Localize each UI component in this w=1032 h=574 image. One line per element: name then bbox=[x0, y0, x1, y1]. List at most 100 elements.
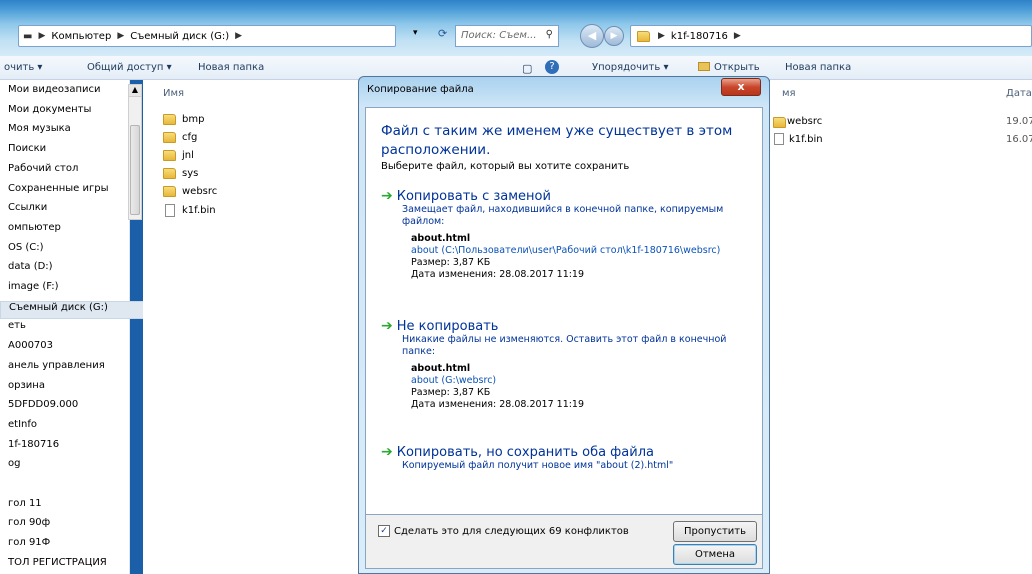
nav-item[interactable]: image (F:) bbox=[8, 281, 58, 299]
breadcrumb-drive-g[interactable]: Съемный диск (G:) bbox=[126, 31, 233, 42]
apply-to-all-checkbox[interactable]: ✓ Сделать это для следующих 69 конфликто… bbox=[378, 525, 629, 537]
dropdown-icon[interactable]: ▾ bbox=[413, 28, 418, 38]
column-header-name[interactable]: мя bbox=[782, 88, 796, 99]
nav-item[interactable]: OS (C:) bbox=[8, 242, 44, 260]
option-replace-title[interactable]: Копировать с заменой bbox=[397, 189, 551, 204]
file-row[interactable]: bmp bbox=[163, 114, 204, 125]
nav-item[interactable]: A000703 bbox=[8, 340, 53, 358]
right-file-list: мя Дата websrc 19.07 k1f.bin 16.07 bbox=[770, 80, 1032, 574]
file-name[interactable]: websrc bbox=[182, 186, 217, 197]
left-address-bar[interactable]: ▬ ▶ Компьютер ▶ Съемный диск (G:) ▶ bbox=[18, 25, 396, 47]
folder-icon bbox=[163, 168, 176, 179]
file-websrc[interactable]: websrc bbox=[787, 116, 822, 127]
file-row[interactable]: sys bbox=[163, 168, 198, 179]
option-skip-desc: Никакие файлы не изменяются. Оставить эт… bbox=[402, 334, 727, 357]
file-name[interactable]: k1f.bin bbox=[182, 205, 216, 216]
dest-file-path: about (G:\websrc) bbox=[411, 375, 497, 386]
green-arrow-icon: ➔ bbox=[381, 444, 393, 460]
option-replace[interactable]: ➔ Копировать с заменой Замещает файл, нах… bbox=[381, 188, 751, 281]
file-name[interactable]: sys bbox=[182, 168, 198, 179]
option-skip[interactable]: ➔ Не копировать Никакие файлы не изменяют… bbox=[381, 318, 751, 411]
nav-item[interactable]: Поиски bbox=[8, 143, 46, 161]
nav-item[interactable]: Рабочий стол bbox=[8, 163, 78, 181]
preview-pane-icon[interactable]: ▢ bbox=[522, 62, 532, 75]
dialog-footer: ✓ Сделать это для следующих 69 конфликто… bbox=[365, 515, 763, 569]
nav-item[interactable]: Съемный диск (G:) bbox=[0, 300, 144, 319]
nav-item[interactable]: 5DFDD09.000 bbox=[8, 399, 78, 417]
folder-icon bbox=[637, 30, 650, 42]
column-header-date[interactable]: Дата bbox=[1006, 88, 1032, 99]
folder-icon bbox=[163, 114, 176, 125]
help-icon[interactable]: ? bbox=[545, 60, 559, 74]
organize-button[interactable]: очить ▾ bbox=[4, 62, 42, 73]
nav-item[interactable]: еть bbox=[8, 320, 26, 338]
nav-item[interactable]: data (D:) bbox=[8, 261, 53, 279]
file-row[interactable]: k1f.bin bbox=[163, 204, 216, 217]
open-icon bbox=[698, 62, 710, 71]
nav-item[interactable]: Ссылки bbox=[8, 202, 47, 220]
new-folder-button[interactable]: Новая папка bbox=[198, 62, 264, 73]
nav-item[interactable]: орзина bbox=[8, 380, 45, 398]
scroll-thumb[interactable] bbox=[130, 125, 140, 215]
apply-to-all-label[interactable]: Сделать это для следующих 69 конфликтов bbox=[394, 526, 629, 537]
conflict-subheading: Выберите файл, который вы хотите сохрани… bbox=[381, 161, 630, 172]
column-header-name[interactable]: Имя bbox=[163, 88, 184, 99]
option-keep-both[interactable]: ➔ Копировать, но сохранить оба файла Копи… bbox=[381, 444, 751, 472]
copy-file-dialog: Копирование файла x Файл с таким же имен… bbox=[358, 76, 770, 574]
nav-item[interactable]: Мои видеозаписи bbox=[8, 84, 100, 102]
forward-icon[interactable]: ▶ bbox=[604, 26, 624, 46]
source-file-path: about (C:\Пользователи\user\Рабочий стол… bbox=[411, 245, 721, 256]
file-row[interactable]: websrc bbox=[163, 186, 217, 197]
right-address-bar[interactable]: ▶ k1f-180716 ▶ bbox=[630, 25, 1032, 47]
file-name[interactable]: bmp bbox=[182, 114, 204, 125]
nav-item[interactable]: Моя музыка bbox=[8, 123, 71, 141]
breadcrumb-computer[interactable]: Компьютер bbox=[47, 31, 115, 42]
green-arrow-icon: ➔ bbox=[381, 188, 393, 204]
open-button[interactable]: Открыть bbox=[698, 62, 760, 73]
option-skip-title[interactable]: Не копировать bbox=[397, 319, 499, 334]
file-name[interactable]: jnl bbox=[182, 150, 194, 161]
breadcrumb-k1f[interactable]: k1f-180716 bbox=[667, 31, 732, 42]
nav-item[interactable]: og bbox=[8, 458, 20, 476]
nav-item[interactable]: Мои документы bbox=[8, 104, 91, 122]
nav-item[interactable]: Сохраненные игры bbox=[8, 183, 108, 201]
search-icon[interactable]: ⚲ bbox=[546, 29, 553, 40]
scroll-up-icon[interactable]: ▲ bbox=[129, 85, 141, 97]
file-row[interactable]: cfg bbox=[163, 132, 197, 143]
file-k1f-bin[interactable]: k1f.bin bbox=[789, 134, 823, 145]
skip-button[interactable]: Пропустить bbox=[673, 521, 757, 542]
nav-item[interactable]: гол 90ф bbox=[8, 517, 50, 535]
share-button[interactable]: Общий доступ ▾ bbox=[87, 62, 172, 73]
close-button[interactable]: x bbox=[721, 78, 761, 96]
nav-item[interactable]: гол 91Ф bbox=[8, 537, 50, 555]
file-icon bbox=[774, 133, 784, 145]
nav-item[interactable]: 1f-180716 bbox=[8, 439, 59, 457]
organize-button[interactable]: Упорядочить ▾ bbox=[592, 62, 668, 73]
new-folder-button[interactable]: Новая папка bbox=[785, 62, 851, 73]
nav-item[interactable]: анель управления bbox=[8, 360, 105, 378]
nav-item[interactable]: гол 11 bbox=[8, 498, 42, 516]
folder-icon bbox=[163, 186, 176, 197]
address-root-icon: ▬ bbox=[23, 30, 33, 42]
nav-item[interactable]: etInfo bbox=[8, 419, 37, 437]
checkbox-icon[interactable]: ✓ bbox=[378, 525, 390, 537]
back-icon[interactable]: ◀ bbox=[580, 24, 604, 48]
chevron-right-icon: ▶ bbox=[658, 31, 665, 41]
file-name[interactable]: cfg bbox=[182, 132, 197, 143]
nav-item[interactable]: ТОЛ РЕГИСТРАЦИЯ bbox=[8, 557, 107, 574]
file-row[interactable]: jnl bbox=[163, 150, 194, 161]
chevron-right-icon: ▶ bbox=[733, 31, 741, 41]
nav-item[interactable]: омпьютер bbox=[8, 222, 61, 240]
chevron-right-icon: ▶ bbox=[117, 31, 125, 41]
nav-scrollbar[interactable]: ▲ bbox=[128, 84, 142, 220]
search-input[interactable]: Поиск: Съем... ⚲ bbox=[455, 25, 559, 47]
cancel-button[interactable]: Отмена bbox=[673, 544, 757, 565]
option-keep-both-title[interactable]: Копировать, но сохранить оба файла bbox=[397, 445, 654, 460]
dest-file-size: Размер: 3,87 КБ bbox=[411, 387, 491, 398]
source-file-size: Размер: 3,87 КБ bbox=[411, 257, 491, 268]
source-file-date: Дата изменения: 28.08.2017 11:19 bbox=[411, 269, 585, 280]
dialog-title: Копирование файла bbox=[367, 84, 474, 95]
folder-icon bbox=[163, 150, 176, 161]
folder-icon bbox=[773, 117, 786, 128]
refresh-icon[interactable]: ⟳ bbox=[438, 27, 447, 40]
